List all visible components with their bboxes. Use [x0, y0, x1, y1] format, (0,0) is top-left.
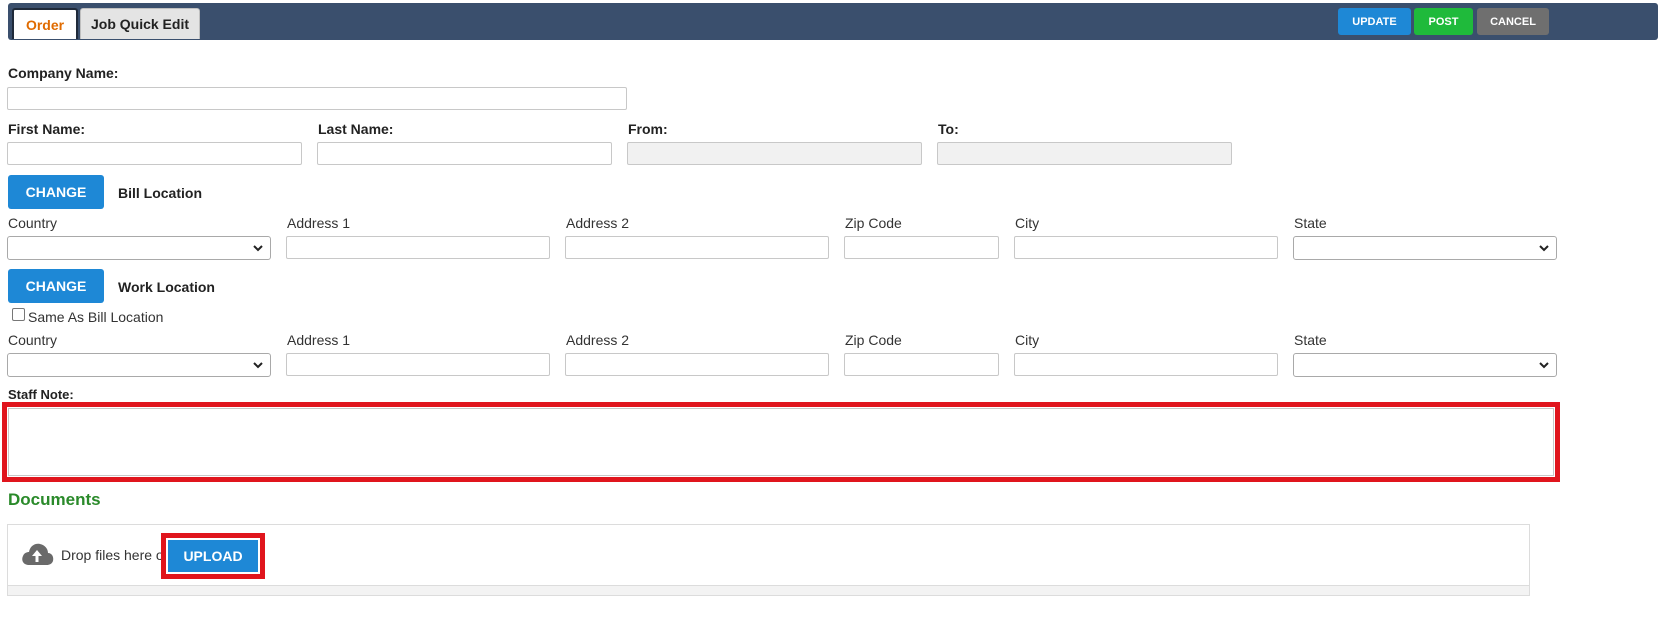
- top-toolbar: Order Job Quick Edit UPDATE POST CANCEL: [8, 3, 1658, 40]
- work-state-select[interactable]: [1293, 353, 1557, 377]
- bill-city-label: City: [1015, 215, 1040, 231]
- cancel-button[interactable]: CANCEL: [1477, 8, 1549, 35]
- same-as-bill-location-checkbox[interactable]: [12, 308, 25, 321]
- documents-title: Documents: [8, 490, 101, 509]
- bill-country-select[interactable]: [7, 236, 271, 260]
- bill-address1-label: Address 1: [287, 215, 351, 231]
- first-name-input[interactable]: [7, 142, 302, 165]
- chevron-down-icon: [1539, 362, 1549, 369]
- company-name-input[interactable]: [7, 87, 627, 110]
- work-address1-input[interactable]: [286, 353, 550, 376]
- from-label: From:: [628, 121, 668, 137]
- chevron-down-icon: [253, 362, 263, 369]
- first-name-label: First Name:: [8, 121, 86, 137]
- upload-button[interactable]: UPLOAD: [168, 540, 258, 572]
- drop-zone-footer: [7, 586, 1530, 596]
- bill-zip-label: Zip Code: [845, 215, 902, 231]
- bill-address2-input[interactable]: [565, 236, 829, 259]
- work-location-title: Work Location: [118, 279, 215, 295]
- work-address2-label: Address 2: [566, 332, 630, 348]
- staff-note-label: Staff Note:: [8, 387, 74, 402]
- change-work-location-button[interactable]: CHANGE: [8, 269, 104, 303]
- work-country-select[interactable]: [7, 353, 271, 377]
- work-address2-input[interactable]: [565, 353, 829, 376]
- bill-zip-input[interactable]: [844, 236, 999, 259]
- same-as-bill-location-label: Same As Bill Location: [28, 309, 164, 325]
- bill-state-select[interactable]: [1293, 236, 1557, 260]
- work-address1-label: Address 1: [287, 332, 351, 348]
- tab-job-quick-edit[interactable]: Job Quick Edit: [80, 8, 200, 39]
- last-name-input[interactable]: [317, 142, 612, 165]
- to-label: To:: [938, 121, 959, 137]
- to-date-input[interactable]: [937, 142, 1232, 165]
- chevron-down-icon: [1539, 245, 1549, 252]
- bill-location-title: Bill Location: [118, 185, 202, 201]
- bill-country-label: Country: [8, 215, 58, 231]
- from-date-input[interactable]: [627, 142, 922, 165]
- last-name-label: Last Name:: [318, 121, 394, 137]
- staff-note-textarea[interactable]: [8, 408, 1554, 476]
- chevron-down-icon: [253, 245, 263, 252]
- bill-address2-label: Address 2: [566, 215, 630, 231]
- work-city-label: City: [1015, 332, 1040, 348]
- bill-city-input[interactable]: [1014, 236, 1278, 259]
- update-button[interactable]: UPDATE: [1338, 8, 1411, 35]
- drop-files-text: Drop files here or: [61, 547, 169, 563]
- cloud-upload-icon: [22, 543, 54, 565]
- work-country-label: Country: [8, 332, 58, 348]
- post-button[interactable]: POST: [1414, 8, 1473, 35]
- work-city-input[interactable]: [1014, 353, 1278, 376]
- work-zip-input[interactable]: [844, 353, 999, 376]
- change-bill-location-button[interactable]: CHANGE: [8, 175, 104, 209]
- bill-state-label: State: [1294, 215, 1327, 231]
- bill-address1-input[interactable]: [286, 236, 550, 259]
- company-name-label: Company Name:: [8, 65, 119, 81]
- tab-order[interactable]: Order: [12, 8, 78, 39]
- work-state-label: State: [1294, 332, 1327, 348]
- work-zip-label: Zip Code: [845, 332, 902, 348]
